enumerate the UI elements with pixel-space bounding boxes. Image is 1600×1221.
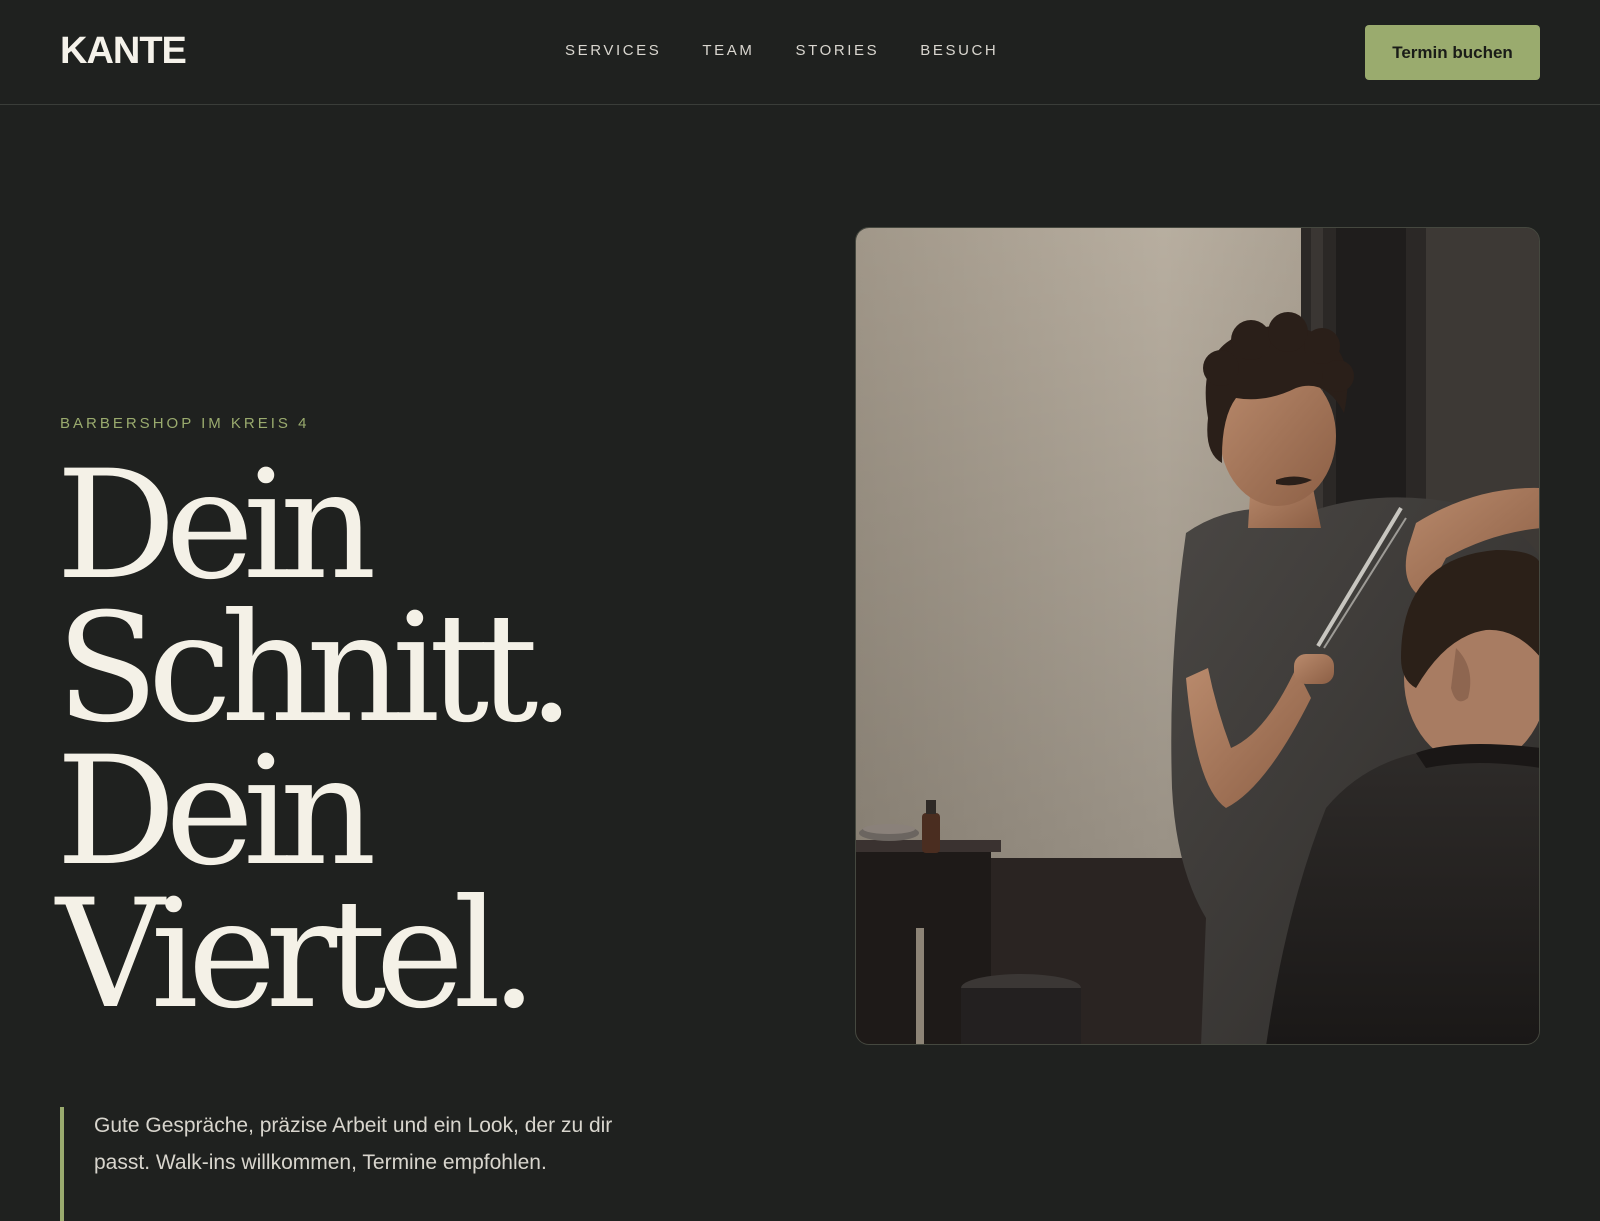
hero-photo [855,227,1540,1045]
headline-line-1: Dein [56,439,377,613]
hero-eyebrow: BARBERSHOP IM KREIS 4 [60,415,310,432]
nav-team[interactable]: TEAM [702,42,754,59]
book-appointment-button[interactable]: Termin buchen [1365,25,1540,80]
main-nav: SERVICES TEAM STORIES BESUCH [565,42,1039,59]
headline-line-2: Schnitt. [56,582,575,756]
site-header: KANTE SERVICES TEAM STORIES BESUCH Termi… [0,0,1600,105]
hero-headline: Dein Schnitt. Dein Viertel. [56,439,776,1042]
headline-line-3: Dein [56,725,377,899]
hero-lead-text: Gute Gespräche, präzise Arbeit und ein L… [60,1107,620,1221]
barber-photo-illustration [856,228,1539,1044]
nav-besuch[interactable]: BESUCH [920,42,998,59]
nav-services[interactable]: SERVICES [565,42,661,59]
nav-stories[interactable]: STORIES [795,42,879,59]
logo[interactable]: KANTE [60,30,187,73]
headline-line-4: Viertel. [56,868,538,1042]
